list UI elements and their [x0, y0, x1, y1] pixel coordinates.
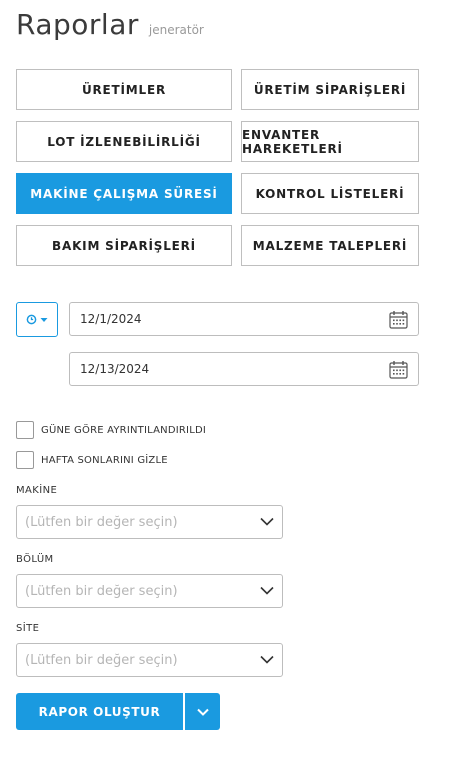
daily-detail-option[interactable]: GÜNE GÖRE AYRINTILANDIRILDI: [16, 421, 206, 439]
end-date-field[interactable]: [69, 352, 419, 386]
machine-label: MAKİNE: [16, 485, 58, 496]
report-type-material-requests[interactable]: MALZEME TALEPLERİ: [241, 225, 419, 266]
start-date-field[interactable]: [69, 302, 419, 336]
hide-weekends-checkbox[interactable]: [16, 451, 34, 469]
chevron-down-icon: [260, 517, 274, 526]
hide-weekends-option[interactable]: HAFTA SONLARINI GİZLE: [16, 451, 168, 469]
report-type-machine-runtime[interactable]: MAKİNE ÇALIŞMA SÜRESİ: [16, 173, 232, 214]
calendar-icon[interactable]: [389, 360, 408, 379]
site-select[interactable]: (Lütfen bir değer seçin): [16, 643, 283, 677]
daily-detail-checkbox[interactable]: [16, 421, 34, 439]
generate-options-button[interactable]: [185, 693, 220, 730]
daily-detail-label: GÜNE GÖRE AYRINTILANDIRILDI: [41, 424, 207, 436]
department-label: BÖLÜM: [16, 554, 54, 565]
start-date-input[interactable]: [80, 310, 370, 328]
report-type-checklists[interactable]: KONTROL LİSTELERİ: [241, 173, 419, 214]
report-type-maintenance-orders[interactable]: BAKIM SİPARİŞLERİ: [16, 225, 232, 266]
caret-down-icon: [40, 317, 48, 322]
site-select-placeholder: (Lütfen bir değer seçin): [25, 653, 178, 668]
chevron-down-icon: [260, 586, 274, 595]
generate-report-button[interactable]: RAPOR OLUŞTUR: [16, 693, 183, 730]
chevron-down-icon: [196, 708, 209, 716]
page-subtitle: jeneratör: [148, 23, 204, 37]
calendar-icon[interactable]: [389, 310, 408, 329]
page-header: Raporlar jeneratör: [16, 8, 204, 48]
report-type-inventory-movements[interactable]: ENVANTER HAREKETLERİ: [241, 121, 419, 162]
machine-select[interactable]: (Lütfen bir değer seçin): [16, 505, 283, 539]
department-select-placeholder: (Lütfen bir değer seçin): [25, 584, 178, 599]
machine-select-placeholder: (Lütfen bir değer seçin): [25, 515, 178, 530]
department-select[interactable]: (Lütfen bir değer seçin): [16, 574, 283, 608]
report-type-production-orders[interactable]: ÜRETİM SİPARİŞLERİ: [241, 69, 419, 110]
clock-icon: [26, 314, 37, 325]
end-date-input[interactable]: [80, 360, 370, 378]
site-label: SİTE: [16, 623, 40, 634]
report-type-productions[interactable]: ÜRETİMLER: [16, 69, 232, 110]
date-preset-button[interactable]: [16, 302, 58, 337]
chevron-down-icon: [260, 655, 274, 664]
page-title: Raporlar: [16, 8, 139, 41]
hide-weekends-label: HAFTA SONLARINI GİZLE: [41, 454, 168, 466]
report-type-lot-traceability[interactable]: LOT İZLENEBİLİRLİĞİ: [16, 121, 232, 162]
